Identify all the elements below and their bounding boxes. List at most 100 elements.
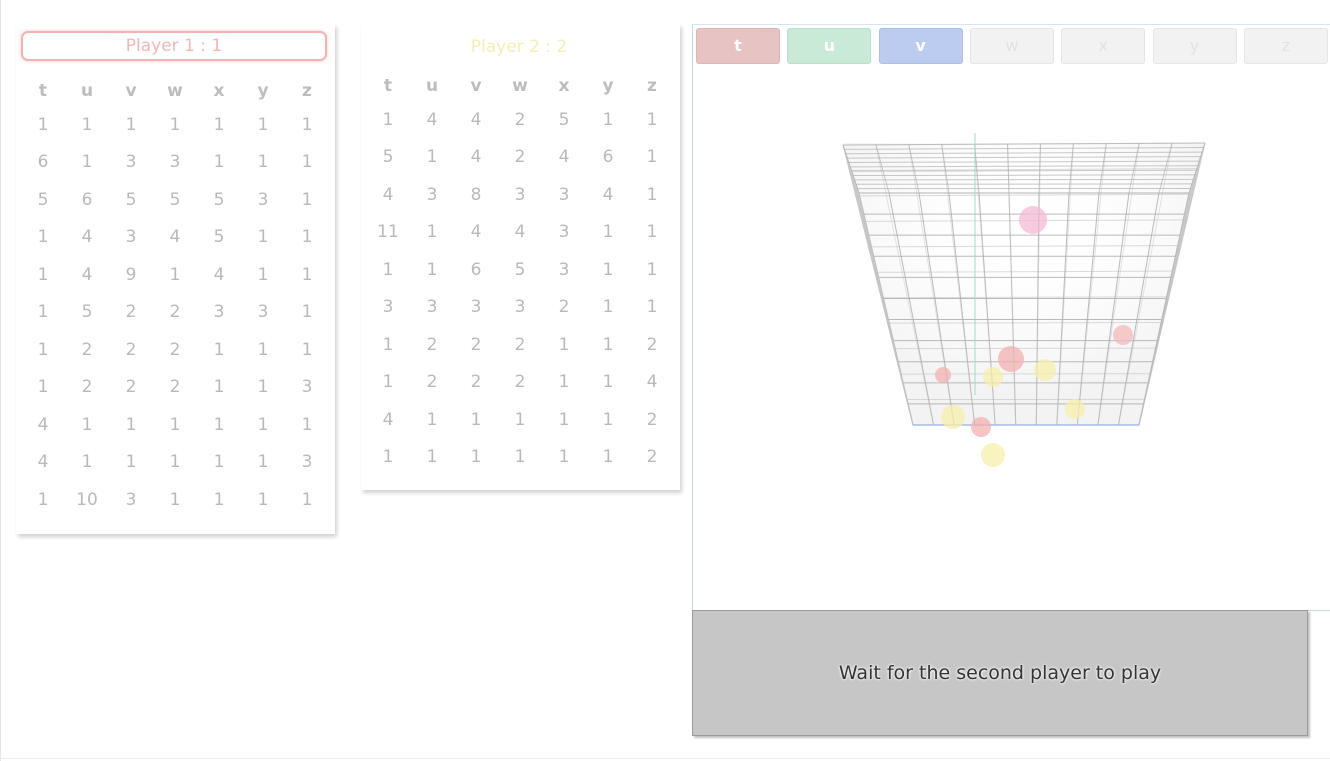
player2-cell: 1: [602, 259, 614, 280]
player1-cell: 3: [169, 152, 181, 173]
player2-cell: 3: [426, 297, 438, 318]
player1-cell: 1: [301, 302, 313, 323]
player2-cell: 5: [558, 109, 570, 130]
player2-cell: 1: [602, 109, 614, 130]
player1-cell: 2: [169, 339, 181, 360]
player2-cell: 1: [470, 409, 482, 430]
player1-cell: 5: [213, 227, 225, 248]
status-message: Wait for the second player to play: [692, 610, 1308, 736]
player1-cell: 1: [169, 264, 181, 285]
player2-cell: 3: [382, 297, 394, 318]
player1-cell: 1: [81, 414, 93, 435]
player1-cell: 1: [301, 414, 313, 435]
player2-cell: 2: [426, 334, 438, 355]
player1-cell: 3: [125, 489, 137, 510]
player2-header-row: t u v w x y z: [366, 71, 674, 101]
player2-cell: 2: [646, 409, 658, 430]
player2-cell: 3: [558, 184, 570, 205]
cube-grid: [842, 133, 1206, 426]
player2-cell: 4: [382, 409, 394, 430]
player2-cell: 2: [646, 447, 658, 468]
player1-cell: 4: [37, 414, 49, 435]
player1-row: 1 2 2 2 1 1 1: [21, 331, 329, 369]
player1-cell: 5: [81, 302, 93, 323]
player2-cell: 1: [470, 447, 482, 468]
player2-row: 11 1 4 4 3 1 1: [366, 214, 674, 252]
player1-column-header: t: [38, 81, 48, 101]
player2-column-header: z: [647, 76, 657, 96]
player2-cell: 1: [646, 109, 658, 130]
player1-table: tuvwxyz 11111116133111565553114345111491…: [21, 76, 329, 519]
player1-row: 1 10 3 1 1 1 1: [21, 481, 329, 519]
player2-cell: 1: [514, 409, 526, 430]
cube-board[interactable]: [693, 25, 1330, 610]
player2-cell: 2: [514, 109, 526, 130]
player1-cell: 2: [169, 377, 181, 398]
player2-cell: 2: [558, 297, 570, 318]
player1-cell: 1: [37, 339, 49, 360]
player2-cell: 1: [382, 259, 394, 280]
player1-cell: 5: [37, 189, 49, 210]
player2-row: 4 1 1 1 1 1 2: [366, 401, 674, 439]
player1-cell: 1: [81, 152, 93, 173]
player1-row: 4 1 1 1 1 1 1: [21, 406, 329, 444]
player1-column-header: z: [302, 81, 312, 101]
player1-row: 6 1 3 3 1 1 1: [21, 144, 329, 182]
player1-body: 1111111613311156555311434511149141115223…: [21, 106, 329, 519]
board-piece: [971, 417, 991, 437]
player2-cell: 1: [646, 297, 658, 318]
player1-cell: 1: [213, 377, 225, 398]
player1-cell: 1: [37, 489, 49, 510]
player2-cell: 2: [426, 372, 438, 393]
board-piece: [1019, 206, 1047, 234]
board-piece: [983, 367, 1003, 387]
player1-cell: 3: [257, 302, 269, 323]
player1-cell: 1: [257, 377, 269, 398]
player2-cell: 8: [470, 184, 482, 205]
player2-cell: 1: [426, 447, 438, 468]
board-piece: [1034, 359, 1056, 381]
player1-cell: 1: [37, 264, 49, 285]
player2-cell: 1: [602, 409, 614, 430]
player2-cell: 1: [514, 447, 526, 468]
player2-cell: 1: [426, 147, 438, 168]
player2-cell: 2: [514, 334, 526, 355]
player2-cell: 5: [514, 259, 526, 280]
player2-cell: 3: [558, 222, 570, 243]
player1-row: 1 2 2 2 1 1 3: [21, 369, 329, 407]
window-left-border: [0, 0, 1, 761]
player2-cell: 1: [602, 222, 614, 243]
board-piece: [1065, 399, 1085, 419]
player1-cell: 1: [257, 489, 269, 510]
player2-column-header: v: [470, 76, 482, 96]
player2-row: 1 1 6 5 3 1 1: [366, 251, 674, 289]
player2-row: 1 4 4 2 5 1 1: [366, 101, 674, 139]
player2-table: tuvwxyz 1 4 4 2 5 1 1 5 1 4 2 4 6 1 4 3 8 3 3 4 1 11 1 4 4 3 1 1 1 1 6…: [366, 71, 674, 476]
player2-cell: 1: [558, 334, 570, 355]
board-3d-viewer[interactable]: tuvwxyz: [692, 24, 1330, 611]
player1-cell: 9: [125, 264, 137, 285]
player2-cell: 1: [426, 222, 438, 243]
player2-panel: Player 2 : 2 tuvwxyz 1442511514246143833…: [361, 24, 680, 490]
player1-cell: 3: [125, 227, 137, 248]
player2-cell: 1: [602, 372, 614, 393]
player1-cell: 4: [213, 264, 225, 285]
player1-cell: 2: [125, 339, 137, 360]
player1-cell: 4: [81, 264, 93, 285]
player1-row: 1 1 1 1 1 1 1: [21, 106, 329, 144]
player1-title: Player 1 : 1: [21, 31, 327, 61]
board-piece: [981, 443, 1005, 467]
player1-cell: 1: [169, 452, 181, 473]
player1-cell: 2: [81, 339, 93, 360]
player1-cell: 1: [37, 302, 49, 323]
player1-cell: 1: [301, 227, 313, 248]
player2-cell: 1: [382, 334, 394, 355]
player1-cell: 1: [213, 452, 225, 473]
player1-column-header: y: [257, 81, 269, 101]
player1-cell: 1: [301, 189, 313, 210]
player2-cell: 3: [514, 184, 526, 205]
player1-row: 1 5 2 2 3 3 1: [21, 294, 329, 332]
player2-cell: 4: [646, 372, 658, 393]
player1-cell: 1: [125, 414, 137, 435]
player2-cell: 1: [558, 409, 570, 430]
